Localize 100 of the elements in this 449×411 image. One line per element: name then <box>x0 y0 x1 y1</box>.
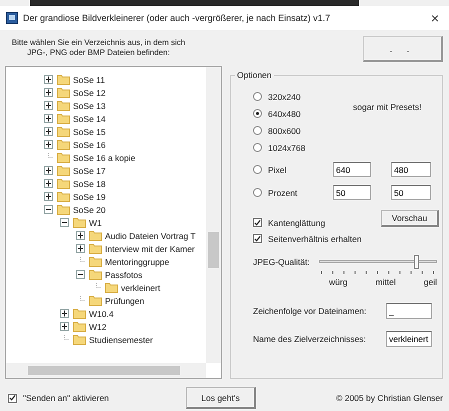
collapse-icon[interactable] <box>60 218 69 227</box>
tree-item[interactable]: Passfotos <box>105 270 142 280</box>
expand-icon[interactable] <box>44 166 53 175</box>
folder-tree[interactable] <box>5 66 222 379</box>
folder-icon <box>73 308 86 319</box>
checkbox[interactable] <box>8 394 17 402</box>
radio-button[interactable] <box>253 126 262 135</box>
radio-label: 320x240 <box>268 92 301 102</box>
checkbox[interactable] <box>253 234 262 243</box>
folder-icon <box>73 217 86 228</box>
expand-icon[interactable] <box>76 231 85 240</box>
folder-icon <box>57 87 70 98</box>
tree-item[interactable]: Mentoringgruppe <box>105 256 170 266</box>
tree-item[interactable]: SoSe 13 <box>73 100 106 110</box>
collapse-icon[interactable] <box>76 270 85 279</box>
checkbox[interactable] <box>253 218 262 227</box>
folder-icon <box>89 230 102 241</box>
expand-icon[interactable] <box>44 88 53 97</box>
tree-item[interactable]: W10.4 <box>89 308 114 318</box>
expand-icon[interactable] <box>44 140 53 149</box>
expand-icon[interactable] <box>44 114 53 123</box>
radio-label: 800x600 <box>268 126 301 136</box>
tree-item[interactable]: SoSe 16 a kopie <box>73 152 136 162</box>
tree-item[interactable]: SoSe 12 <box>73 88 106 98</box>
quality-slider[interactable] <box>319 255 437 269</box>
radio-button[interactable] <box>253 143 262 152</box>
radio-label: 1024x768 <box>268 142 306 152</box>
folder-icon <box>105 282 118 293</box>
scale-label: mittel <box>375 277 396 287</box>
checkbox-label: Seitenverhältnis erhalten <box>268 234 362 244</box>
folder-icon <box>89 295 102 306</box>
checkbox-label: "Senden an" aktivieren <box>23 393 109 403</box>
tree-item[interactable]: Studiensemester <box>89 334 153 344</box>
close-button[interactable]: × <box>420 10 449 26</box>
prefix-field[interactable]: _ <box>386 303 432 319</box>
presets-note: sogar mit Presets! <box>353 102 422 112</box>
tree-item[interactable]: verkleinert <box>121 282 160 292</box>
expand-icon[interactable] <box>60 309 69 318</box>
folder-icon <box>73 334 86 345</box>
preview-button[interactable]: Vorschau <box>381 210 439 227</box>
folder-icon <box>89 256 102 267</box>
start-button[interactable]: Los geht's <box>186 387 256 409</box>
quality-label: JPEG-Qualität: <box>253 257 311 269</box>
radio-label: 640x480 <box>268 108 301 118</box>
tree-item[interactable]: SoSe 18 <box>73 178 106 188</box>
width-field[interactable]: 640 <box>333 162 371 177</box>
radio-button[interactable] <box>253 188 262 197</box>
copyright-text: © 2005 by Christian Glenser <box>336 393 443 403</box>
radio-button[interactable] <box>253 165 262 174</box>
tree-item[interactable]: SoSe 19 <box>73 192 106 202</box>
folder-icon <box>57 126 70 137</box>
folder-icon <box>57 165 70 176</box>
width-field[interactable]: 50 <box>333 185 371 200</box>
expand-icon[interactable] <box>44 101 53 110</box>
tree-item[interactable]: SoSe 17 <box>73 166 106 176</box>
browse-button[interactable]: . . <box>363 36 443 62</box>
vertical-scrollbar[interactable] <box>206 67 221 363</box>
tree-item[interactable]: Audio Dateien Vortrag T <box>105 230 196 240</box>
slider-thumb[interactable] <box>414 255 419 269</box>
expand-icon[interactable] <box>44 75 53 84</box>
tree-item[interactable]: SoSe 11 <box>73 74 105 84</box>
radio-label: Pixel <box>268 164 286 174</box>
tree-item[interactable]: SoSe 15 <box>73 126 106 136</box>
folder-icon <box>57 191 70 202</box>
height-field[interactable]: 480 <box>391 162 431 177</box>
scale-label: würg <box>329 277 348 287</box>
app-icon <box>6 12 18 24</box>
target-field[interactable]: verkleinert <box>386 331 432 347</box>
horizontal-scrollbar[interactable] <box>6 363 206 378</box>
prefix-label: Zeichenfolge vor Dateinamen: <box>253 306 366 316</box>
expand-icon[interactable] <box>44 127 53 136</box>
folder-icon <box>73 321 86 332</box>
tree-item[interactable]: SoSe 16 <box>73 140 106 150</box>
folder-icon <box>89 243 102 254</box>
tree-item[interactable]: W12 <box>89 322 106 332</box>
folder-icon <box>57 178 70 189</box>
scale-label: geil <box>424 277 437 287</box>
group-title: Optionen <box>236 70 272 80</box>
tree-item[interactable]: SoSe 14 <box>73 114 106 124</box>
target-label: Name des Zielverzeichnisses: <box>253 334 366 344</box>
folder-icon <box>57 74 70 85</box>
expand-icon[interactable] <box>76 244 85 253</box>
radio-button[interactable] <box>253 109 262 118</box>
collapse-icon[interactable] <box>44 205 53 214</box>
tree-item[interactable]: Prüfungen <box>105 296 144 306</box>
window-title: Der grandiose Bildverkleinerer (oder auch -vergrößerer, je nach Einsatz) v1.7 <box>23 13 332 23</box>
instruction-text: Bitte wählen Sie ein Verzeichnis aus, in dem sich JPG-, PNG oder BMP Dateien befinden: <box>10 37 186 59</box>
tree-item[interactable]: W1 <box>89 218 102 228</box>
radio-button[interactable] <box>253 92 262 101</box>
folder-icon <box>57 113 70 124</box>
folder-icon <box>57 139 70 150</box>
height-field[interactable]: 50 <box>391 185 431 200</box>
expand-icon[interactable] <box>44 179 53 188</box>
folder-icon <box>57 152 70 163</box>
tree-item[interactable]: Interview mit der Kamer <box>105 244 195 254</box>
expand-icon[interactable] <box>60 322 69 331</box>
folder-icon <box>57 100 70 111</box>
expand-icon[interactable] <box>44 192 53 201</box>
tree-item[interactable]: SoSe 20 <box>73 204 106 214</box>
radio-label: Prozent <box>268 188 298 198</box>
